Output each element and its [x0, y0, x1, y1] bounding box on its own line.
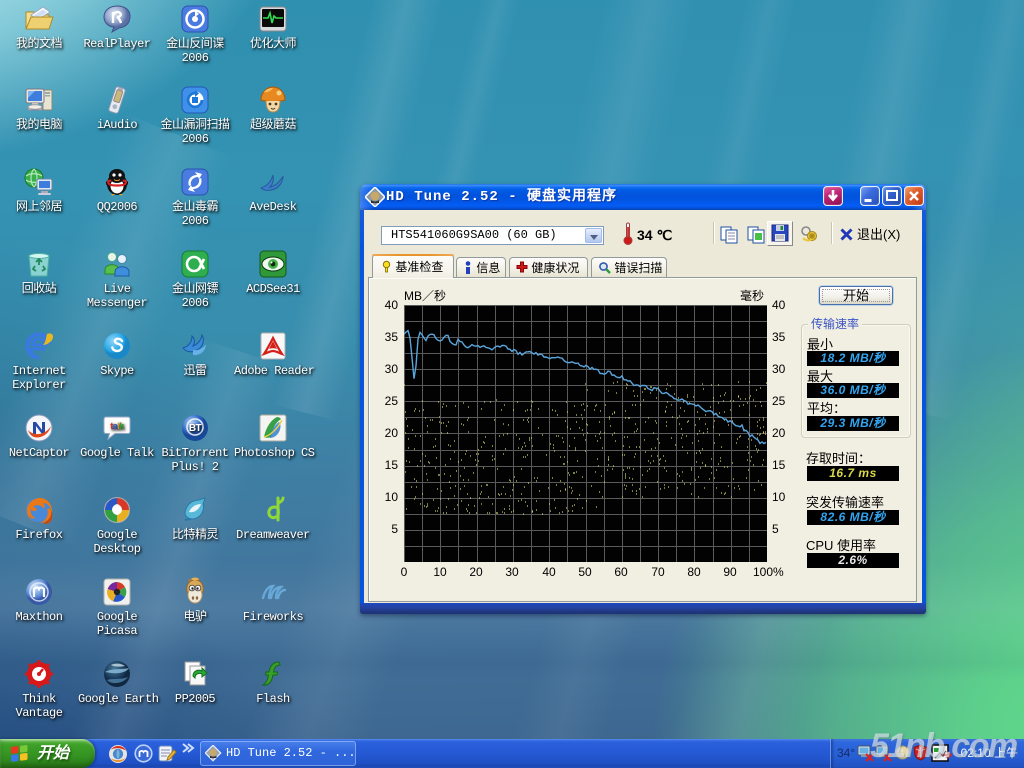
svg-text:BT: BT: [189, 423, 202, 434]
svg-text:talk: talk: [110, 421, 125, 431]
